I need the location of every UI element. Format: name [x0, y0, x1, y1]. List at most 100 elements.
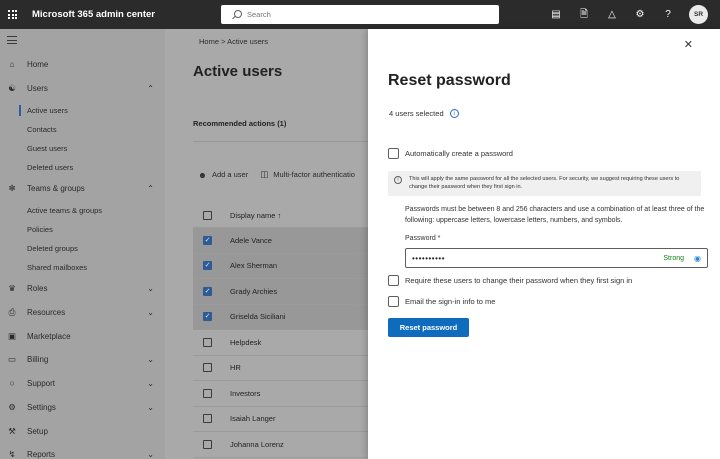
gear-icon: ⚙ [8, 401, 16, 412]
email-signin-checkbox[interactable]: Email the sign-in info to me [388, 296, 495, 307]
table-row[interactable]: ✓ Griselda Siciliani [193, 304, 368, 330]
row-checkbox[interactable]: ✓ [203, 286, 212, 296]
checkbox-box[interactable] [388, 275, 399, 286]
document-icon[interactable]: 🗎 [577, 0, 591, 29]
require-change-checkbox[interactable]: Require these users to change their pass… [388, 275, 632, 286]
row-checkbox[interactable]: ✓ [203, 235, 212, 245]
row-checkbox[interactable] [203, 439, 212, 449]
password-strength: Strong [663, 254, 685, 262]
app-launcher-icon[interactable] [0, 0, 25, 29]
sidebar-item-roles[interactable]: ♛ Roles ⌄ [0, 280, 165, 296]
wrench-icon: ⚒ [8, 425, 16, 436]
column-header-display-name[interactable]: Display name ↑ [230, 211, 281, 220]
monitor-icon[interactable]: ▤ [549, 0, 563, 29]
sidebar-item-billing[interactable]: ▭ Billing ⌄ [0, 351, 165, 367]
user-name[interactable]: HR [230, 363, 241, 372]
checkbox-label[interactable]: Email the sign-in info to me [405, 297, 495, 306]
search-input[interactable] [247, 10, 487, 19]
checkbox-box[interactable] [388, 148, 399, 159]
chevron-up-icon: ⌃ [147, 183, 154, 193]
sidebar-item-label: Roles [27, 283, 48, 293]
sidebar-item-setup[interactable]: ⚒ Setup [0, 423, 165, 439]
table-row[interactable]: ✓ Alex Sherman [193, 253, 368, 279]
add-person-icon: ☻ [198, 169, 207, 180]
user-name[interactable]: Griselda Siciliani [230, 312, 285, 321]
search-box[interactable] [221, 5, 499, 24]
person-icon: ☯ [8, 82, 16, 93]
sidebar-item-active-teams[interactable]: Active teams & groups [27, 203, 102, 217]
add-user-button[interactable]: ☻ Add a user [198, 170, 248, 180]
breadcrumb[interactable]: Home > Active users [199, 37, 268, 46]
top-bar: Microsoft 365 admin center ▤ 🗎 △ ⚙ ? SR [0, 0, 720, 29]
password-field[interactable]: •••••••••• Strong ◉ [405, 248, 708, 268]
user-name[interactable]: Isaiah Langer [230, 414, 275, 423]
sidebar-item-policies[interactable]: Policies [27, 222, 53, 236]
main-content: Home > Active users Active users Recomme… [165, 29, 368, 459]
selected-count-text: 4 users selected [389, 109, 444, 118]
app-title[interactable]: Microsoft 365 admin center [32, 9, 155, 20]
panel-title: Reset password [388, 72, 511, 89]
row-checkbox[interactable] [203, 388, 212, 398]
user-name[interactable]: Helpdesk [230, 338, 261, 347]
sidebar-item-contacts[interactable]: Contacts [27, 122, 57, 136]
row-checkbox[interactable] [203, 337, 212, 347]
table-row[interactable]: Johanna Lorenz [193, 432, 368, 458]
bell-icon[interactable]: △ [605, 0, 619, 29]
avatar[interactable]: SR [689, 5, 708, 24]
user-name[interactable]: Adele Vance [230, 236, 272, 245]
help-icon[interactable]: ? [661, 0, 675, 29]
sidebar-item-label: Resources [27, 307, 66, 317]
recommended-actions[interactable]: Recommended actions (1) [193, 119, 286, 128]
user-name[interactable]: Johanna Lorenz [230, 440, 284, 449]
page-title: Active users [193, 63, 283, 80]
sidebar-item-marketplace[interactable]: ▣ Marketplace [0, 328, 165, 344]
sidebar-item-deleted-groups[interactable]: Deleted groups [27, 241, 78, 255]
warning-text: This will apply the same password for al… [409, 176, 680, 190]
sidebar-item-reports[interactable]: ↯ Reports ⌄ [0, 446, 165, 459]
table-row[interactable]: Isaiah Langer [193, 407, 368, 432]
mfa-label: Multi-factor authenticatio [273, 170, 355, 179]
row-checkbox[interactable]: ✓ [203, 312, 212, 322]
home-icon: ⌂ [9, 59, 15, 69]
checkbox-label[interactable]: Require these users to change their pass… [405, 276, 632, 285]
row-checkbox[interactable]: ✓ [203, 261, 212, 271]
bag-icon: ▣ [7, 330, 17, 341]
row-checkbox[interactable] [203, 414, 212, 424]
headset-icon: ○ [9, 378, 15, 388]
user-name[interactable]: Grady Archies [230, 287, 277, 296]
info-icon[interactable]: i [449, 109, 459, 118]
auto-create-password-checkbox[interactable]: Automatically create a password [388, 148, 513, 159]
user-name[interactable]: Investors [230, 389, 260, 398]
sidebar-item-shared-mailboxes[interactable]: Shared mailboxes [27, 260, 87, 274]
sidebar-item-active-users[interactable]: Active users [27, 103, 68, 117]
card-icon: ▭ [7, 353, 17, 364]
select-all-checkbox[interactable] [203, 211, 212, 220]
table-row[interactable]: ✓ Adele Vance [193, 228, 368, 254]
close-icon[interactable]: ✕ [684, 38, 693, 51]
sidebar-item-resources[interactable]: ⎙ Resources ⌄ [0, 304, 165, 320]
active-indicator [19, 105, 21, 116]
checkbox-box[interactable] [388, 296, 399, 307]
sidebar-item-support[interactable]: ○ Support ⌄ [0, 375, 165, 391]
sidebar-item-users[interactable]: ☯ Users ⌃ [0, 80, 165, 96]
table-row[interactable]: Investors [193, 381, 368, 407]
password-input[interactable]: •••••••••• [412, 254, 663, 263]
collapse-nav-icon[interactable] [7, 36, 17, 44]
reset-password-button[interactable]: Reset password [388, 318, 469, 337]
row-checkbox[interactable] [203, 363, 212, 373]
reset-password-panel: ✕ Reset password 4 users selected i Auto… [368, 29, 720, 459]
table-row[interactable]: Helpdesk [193, 330, 368, 356]
sidebar-item-home[interactable]: ⌂ Home [0, 56, 165, 72]
mfa-button[interactable]: ◫ Multi-factor authenticatio [260, 169, 355, 180]
gear-icon[interactable]: ⚙ [633, 0, 647, 29]
sidebar-item-deleted-users[interactable]: Deleted users [27, 160, 73, 174]
user-name[interactable]: Alex Sherman [230, 261, 277, 270]
sidebar-item-settings[interactable]: ⚙ Settings ⌄ [0, 399, 165, 415]
sidebar-item-guest-users[interactable]: Guest users [27, 141, 67, 155]
table-row[interactable]: ✓ Grady Archies [193, 279, 368, 305]
checkbox-label[interactable]: Automatically create a password [405, 149, 513, 158]
sidebar-item-label: Users [27, 83, 48, 93]
show-password-icon[interactable]: ◉ [694, 254, 701, 263]
sidebar-item-teams-groups[interactable]: ✻ Teams & groups ⌃ [0, 180, 165, 196]
table-row[interactable]: HR [193, 356, 368, 381]
